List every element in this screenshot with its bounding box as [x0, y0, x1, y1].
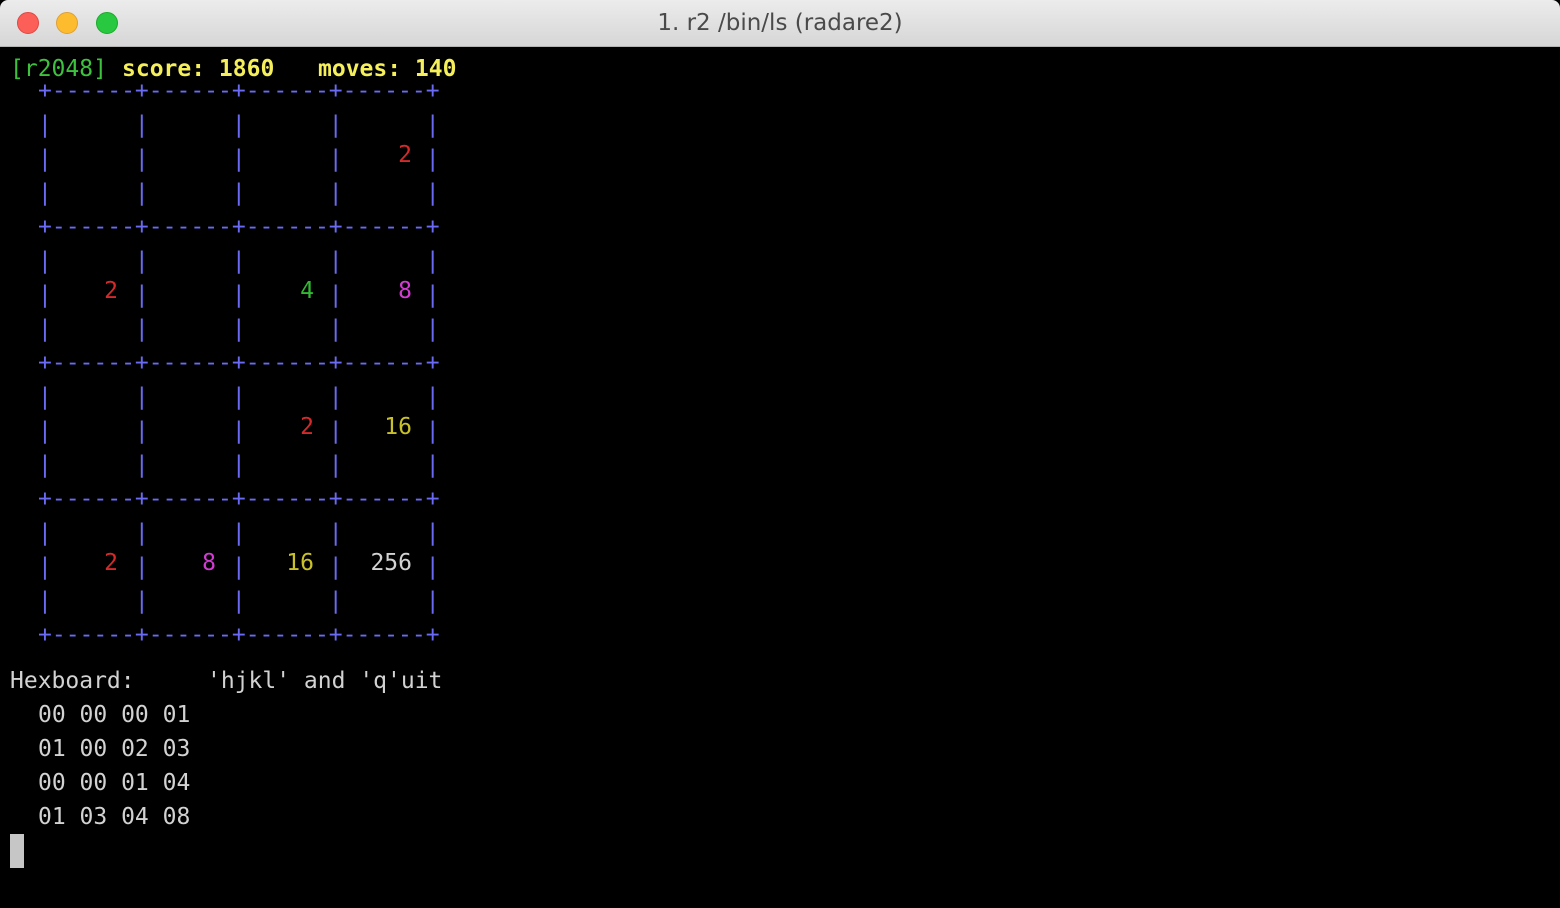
- terminal-cursor: [10, 834, 24, 868]
- board-border-line: +------+------+------+------+: [38, 350, 440, 376]
- title-bar: 1. r2 /bin/ls (radare2): [0, 0, 1560, 47]
- board-border-line: +------+------+------+------+: [38, 214, 440, 240]
- tile-8: 8: [202, 550, 216, 576]
- board-cell-line: | | | | |: [38, 588, 440, 614]
- board-cell-line: | | | | |: [38, 112, 440, 138]
- hexboard-row: 01 03 04 08: [38, 804, 191, 830]
- board-cell-line: | | | | |: [38, 452, 440, 478]
- tile-2: 2: [398, 142, 412, 168]
- hexboard-label: Hexboard:: [10, 668, 135, 694]
- board-cell-line: | | | | |: [38, 180, 440, 206]
- tile-2: 2: [104, 550, 118, 576]
- board-cell-line: | | | | |: [38, 520, 440, 546]
- tile-4: 4: [300, 278, 314, 304]
- board-cell-line: | | | | |: [38, 248, 440, 274]
- hexboard-row: 00 00 00 01: [38, 702, 191, 728]
- tile-256: 256: [370, 550, 412, 576]
- controls-help: 'hjkl' and 'q'uit: [207, 668, 443, 694]
- tile-16: 16: [384, 414, 412, 440]
- board-border-line: +------+------+------+------+: [38, 78, 440, 104]
- board-border-line: +------+------+------+------+: [38, 622, 440, 648]
- tile-2: 2: [300, 414, 314, 440]
- hexboard-row: 00 00 01 04: [38, 770, 191, 796]
- board-cell-line: | | | | |: [38, 316, 440, 342]
- tile-8: 8: [398, 278, 412, 304]
- tile-2: 2: [104, 278, 118, 304]
- window-title: 1. r2 /bin/ls (radare2): [657, 10, 903, 36]
- hexboard-row: 01 00 02 03: [38, 736, 191, 762]
- board-border-line: +------+------+------+------+: [38, 486, 440, 512]
- board-cell-line: | | | | |: [38, 384, 440, 410]
- tile-16: 16: [286, 550, 314, 576]
- terminal-window: 1. r2 /bin/ls (radare2) [r2048] score: 1…: [0, 0, 1560, 908]
- terminal-content[interactable]: [r2048] score: 1860 moves: 140 +------+-…: [0, 47, 1560, 908]
